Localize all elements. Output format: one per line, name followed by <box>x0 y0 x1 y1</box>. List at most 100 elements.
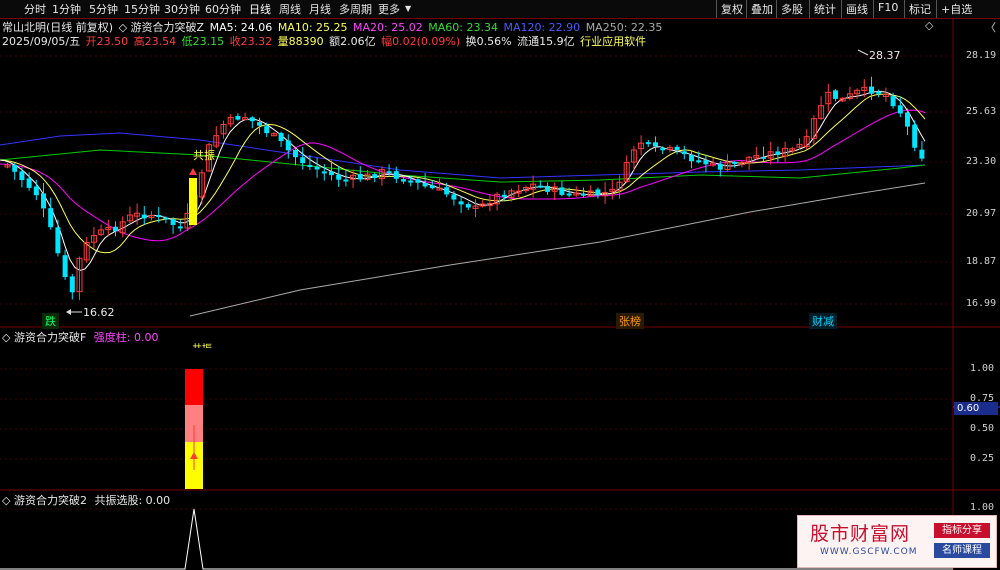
candle-body <box>415 179 421 183</box>
candle-body <box>674 146 680 151</box>
resonance-label-pane2: 共振 <box>192 340 212 348</box>
candle-body <box>307 164 313 167</box>
pane3-indicator-name[interactable]: ◇ 游资合力突破2 <box>2 494 87 507</box>
candle-body <box>681 151 687 155</box>
candle-body <box>545 185 550 192</box>
candle-body <box>336 174 342 180</box>
candle-body <box>905 112 910 127</box>
candle-body <box>19 171 25 181</box>
high-marker-line <box>857 49 869 56</box>
candle-body <box>919 149 925 159</box>
candle-body <box>235 115 241 120</box>
candle-body <box>343 179 349 182</box>
pane2-tick: 1.00 <box>970 363 995 374</box>
price-tick: 16.99 <box>966 298 997 309</box>
candle-body <box>300 157 306 164</box>
chart-canvas[interactable] <box>0 0 1000 570</box>
candle-body <box>113 226 118 232</box>
pane2-tick: 0.25 <box>970 453 995 464</box>
candle-body <box>876 91 882 94</box>
candle-body <box>264 126 270 134</box>
candle-body <box>703 160 709 165</box>
candle-body <box>55 227 61 254</box>
pane2-current-badge: 0.60 <box>954 402 998 415</box>
candle-body <box>314 166 320 170</box>
candle-body <box>257 122 262 126</box>
candle-body <box>163 217 169 220</box>
candle-body <box>581 193 586 196</box>
strength-bar-top <box>185 369 203 405</box>
candle-body <box>645 142 651 145</box>
candle-body <box>12 164 18 172</box>
candle-body <box>249 117 255 122</box>
candle-body <box>329 171 334 176</box>
candle-body <box>595 189 601 196</box>
candle-body <box>775 151 781 155</box>
watermark-tag-share: 指标分享 <box>934 523 990 538</box>
pane2-indicator-name[interactable]: ◇ 游资合力突破F <box>2 331 86 344</box>
resonance-signal-bar <box>189 178 197 225</box>
candle-body <box>501 194 507 197</box>
candle-body <box>41 193 46 209</box>
candle-body <box>660 148 666 151</box>
candle-body <box>444 187 450 195</box>
event-die[interactable]: 跌 <box>42 313 59 329</box>
candle-body <box>689 154 694 162</box>
candle-body <box>401 179 406 182</box>
ma10-line <box>0 93 926 254</box>
candle-body <box>537 185 543 188</box>
candle-body <box>156 215 162 218</box>
candle-body <box>429 185 435 189</box>
price-tick: 20.97 <box>966 208 997 219</box>
candle-body <box>465 204 471 208</box>
candle-body <box>890 96 896 107</box>
candle-body <box>69 276 75 293</box>
pane3-tick: 1.00 <box>970 502 995 513</box>
candle-body <box>372 174 378 179</box>
resonance-arrow-icon <box>189 168 197 175</box>
candle-body <box>293 150 298 158</box>
candle-body <box>278 132 284 142</box>
event-caiwu[interactable]: 财减 <box>809 313 837 329</box>
candle-body <box>393 171 399 179</box>
candle-body <box>285 140 291 151</box>
pane3-title: ◇ 游资合力突破2 共振选股: 0.00 <box>2 492 170 508</box>
candle-body <box>62 255 68 278</box>
resonance-label: 共振 <box>193 149 215 162</box>
candle-body <box>717 163 723 170</box>
candle-body <box>653 142 658 147</box>
event-zhangbang[interactable]: 张榜 <box>616 313 644 329</box>
candle-body <box>170 219 176 225</box>
candle-body <box>177 226 183 229</box>
pane2-series-value: 强度柱: 0.00 <box>93 331 159 344</box>
watermark-url: WWW.GSCFW.COM <box>820 547 918 557</box>
candle-body <box>559 187 565 195</box>
candle-body <box>357 173 363 180</box>
price-tick: 25.63 <box>966 106 997 117</box>
candle-body <box>321 171 327 174</box>
watermark-title: 股市财富网 <box>810 523 911 545</box>
candle-body <box>451 194 457 200</box>
candle-body <box>732 161 738 164</box>
candle-body <box>33 186 39 196</box>
candle-body <box>141 214 147 219</box>
low-price-label: 16.62 <box>83 306 115 319</box>
ma60-line <box>0 149 926 183</box>
candle-body <box>761 156 766 159</box>
candle-body <box>48 208 54 228</box>
watermark-tag-course: 名师课程 <box>934 543 990 558</box>
candle-body <box>386 171 392 174</box>
candle-body <box>869 86 874 94</box>
site-watermark: 股市财富网 WWW.GSCFW.COM 指标分享 名师课程 <box>797 515 997 568</box>
candle-body <box>912 124 918 148</box>
pane2-tick: 0.50 <box>970 423 995 434</box>
candle-body <box>408 180 414 183</box>
ma250-line <box>189 182 926 317</box>
ma5-line <box>0 90 926 271</box>
candle-body <box>566 193 572 196</box>
candle-body <box>897 105 903 114</box>
candle-body <box>26 178 32 188</box>
high-price-label: 28.37 <box>869 49 901 62</box>
pane2-title: ◇ 游资合力突破F 强度柱: 0.00 <box>2 329 159 345</box>
low-arrow-icon <box>66 309 71 315</box>
